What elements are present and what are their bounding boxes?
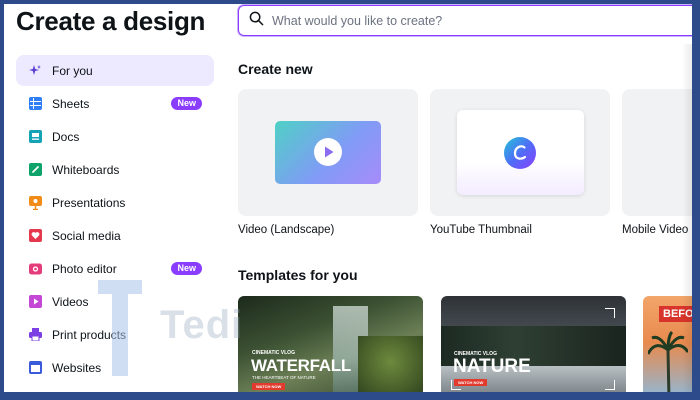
template-title: NATURE <box>453 356 531 377</box>
video-landscape-card[interactable] <box>238 89 418 216</box>
create-new-heading: Create new <box>238 61 313 77</box>
search-icon <box>249 11 264 31</box>
page-title: Create a design <box>16 6 206 36</box>
watermark-text: Tedi <box>160 303 244 347</box>
template-subtitle: THE HEARTBEAT OF NATURE <box>252 375 316 380</box>
card-label: YouTube Thumbnail <box>430 224 532 236</box>
sparkle-icon <box>28 64 42 78</box>
youtube-thumbnail-preview <box>457 110 584 195</box>
sidebar-item-for-you[interactable]: For you <box>16 55 214 86</box>
new-badge: New <box>171 97 202 110</box>
new-badge: New <box>171 262 202 275</box>
camera-icon <box>28 262 42 276</box>
canva-logo-icon <box>504 137 536 169</box>
frame-corner-mark <box>605 308 615 318</box>
whiteboard-icon <box>28 163 42 177</box>
sidebar-item-label: Docs <box>52 129 80 144</box>
sidebar-item-label: For you <box>52 63 93 78</box>
moss-rocks-image <box>358 336 423 400</box>
play-icon <box>314 138 342 166</box>
sidebar-item-label: Presentations <box>52 195 126 210</box>
sidebar-item-docs[interactable]: Docs <box>16 121 214 152</box>
sidebar-item-social-media[interactable]: Social media <box>16 220 214 251</box>
watch-now-button: WATCH NOW <box>252 383 286 390</box>
sidebar-item-label: Social media <box>52 228 121 243</box>
presentation-icon <box>28 195 42 210</box>
sidebar-item-label: Sheets <box>52 96 90 111</box>
sidebar-item-sheets[interactable]: Sheets New <box>16 88 214 119</box>
search-bar[interactable] <box>238 5 700 36</box>
video-icon <box>28 295 42 309</box>
watermark-logo <box>98 280 142 376</box>
sidebar-item-label: Websites <box>52 360 102 375</box>
sidebar-item-label: Videos <box>52 294 89 309</box>
heart-icon <box>28 229 42 243</box>
sidebar-item-presentations[interactable]: Presentations <box>16 187 214 218</box>
template-title: BEFO <box>659 306 700 322</box>
right-edge-shadow <box>682 44 692 392</box>
sidebar-item-whiteboards[interactable]: Whiteboards <box>16 154 214 185</box>
docs-icon <box>28 130 42 144</box>
template-waterfall[interactable]: CINEMATIC VLOG WATERFALL THE HEARTBEAT O… <box>238 296 423 400</box>
youtube-thumbnail-card[interactable] <box>430 89 610 216</box>
card-label: Mobile Video <box>622 224 689 236</box>
watch-now-button: WATCH NOW <box>454 379 488 386</box>
template-title: WATERFALL <box>251 356 351 375</box>
video-landscape-thumbnail <box>275 121 381 184</box>
sidebar-item-label: Photo editor <box>52 261 117 276</box>
search-input[interactable] <box>272 13 652 28</box>
sidebar-item-label: Whiteboards <box>52 162 120 177</box>
template-nature[interactable]: CINEMATIC VLOG NATURE WATCH NOW <box>441 296 626 400</box>
sheets-icon <box>28 97 42 111</box>
card-label: Video (Landscape) <box>238 224 335 236</box>
website-icon <box>28 361 42 375</box>
templates-heading: Templates for you <box>238 267 358 283</box>
printer-icon <box>28 328 42 342</box>
frame-corner-mark <box>605 380 615 390</box>
